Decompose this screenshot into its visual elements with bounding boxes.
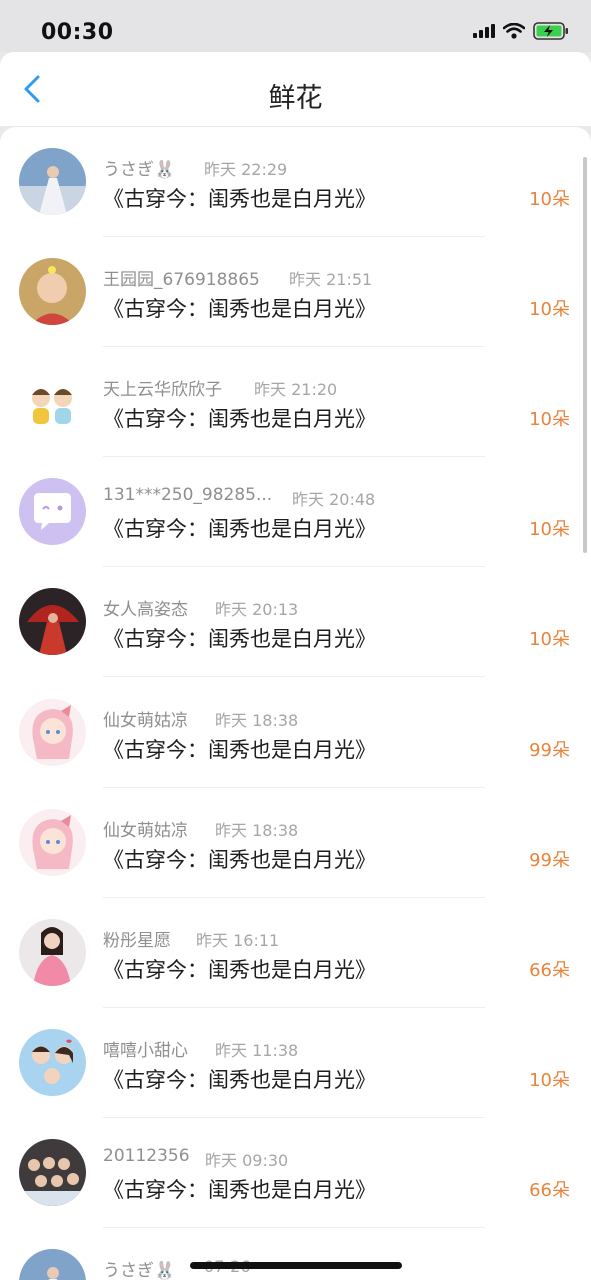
avatar[interactable] [19, 699, 86, 766]
username: 仙女萌姑凉 [103, 711, 188, 731]
timestamp: 昨天 21:20 [254, 380, 338, 399]
book-title: 《古穿今：闺秀也是白月光》 [103, 517, 376, 541]
book-title: 《古穿今：闺秀也是白月光》 [103, 958, 376, 982]
list-item[interactable]: うさぎ🐰 昨天 22:29 《古穿今：闺秀也是白月光》 10朵 [0, 127, 591, 237]
flower-list[interactable]: うさぎ🐰 昨天 22:29 《古穿今：闺秀也是白月光》 10朵 王园园_6769… [0, 127, 591, 1280]
list-item[interactable]: 嘻嘻小甜心 昨天 11:38 《古穿今：闺秀也是白月光》 10朵 [0, 1008, 591, 1118]
timestamp: 昨天 09:30 [205, 1151, 289, 1170]
avatar[interactable] [19, 368, 86, 435]
scrollbar[interactable] [583, 157, 587, 553]
status-time: 00:30 [41, 20, 114, 45]
username: うさぎ🐰 [103, 1261, 176, 1280]
flower-count: 99朵 [529, 740, 570, 761]
battery-charging-icon [533, 22, 568, 40]
avatar[interactable] [19, 809, 86, 876]
navigation-bar: 鲜花 [0, 52, 591, 126]
timestamp: 昨天 20:13 [215, 600, 299, 619]
list-item[interactable]: 仙女萌姑凉 昨天 18:38 《古穿今：闺秀也是白月光》 99朵 [0, 788, 591, 898]
username: 20112356 [103, 1146, 190, 1166]
cellular-signal-icon [473, 24, 495, 38]
avatar[interactable] [19, 588, 86, 655]
flower-count: 10朵 [529, 629, 570, 650]
flower-count: 66朵 [529, 960, 570, 981]
timestamp: 昨天 18:38 [215, 821, 299, 840]
book-title: 《古穿今：闺秀也是白月光》 [103, 1178, 376, 1202]
avatar[interactable] [19, 1029, 86, 1096]
status-icons [473, 22, 569, 40]
flower-count: 99朵 [529, 850, 570, 871]
book-title: 《古穿今：闺秀也是白月光》 [103, 297, 376, 321]
username: 嘻嘻小甜心 [103, 1041, 188, 1061]
timestamp: 昨天 11:38 [215, 1041, 299, 1060]
book-title: 《古穿今：闺秀也是白月光》 [103, 1068, 376, 1092]
avatar[interactable] [19, 1139, 86, 1206]
status-bar: 00:30 [0, 0, 591, 52]
timestamp: 昨天 21:51 [289, 270, 373, 289]
avatar[interactable] [19, 919, 86, 986]
timestamp: 昨天 22:29 [204, 160, 288, 179]
username: 女人高姿态 [103, 600, 188, 620]
timestamp: 昨天 18:38 [215, 711, 299, 730]
flower-count: 66朵 [529, 1180, 570, 1201]
flower-count: 10朵 [529, 1070, 570, 1091]
avatar[interactable] [19, 148, 86, 215]
list-item[interactable]: 粉彤星愿 昨天 16:11 《古穿今：闺秀也是白月光》 66朵 [0, 898, 591, 1008]
book-title: 《古穿今：闺秀也是白月光》 [103, 407, 376, 431]
list-item[interactable]: 女人高姿态 昨天 20:13 《古穿今：闺秀也是白月光》 10朵 [0, 567, 591, 677]
list-item[interactable]: 131***250_98285... 昨天 20:48 《古穿今：闺秀也是白月光… [0, 457, 591, 567]
divider [103, 676, 485, 677]
flower-count: 10朵 [529, 189, 570, 210]
flower-count: 10朵 [529, 519, 570, 540]
book-title: 《古穿今：闺秀也是白月光》 [103, 627, 376, 651]
timestamp: 昨天 16:11 [196, 931, 280, 950]
list-item[interactable]: うさぎ🐰 07-26 [0, 1228, 591, 1280]
list-item[interactable]: 王园园_676918865 昨天 21:51 《古穿今：闺秀也是白月光》 10朵 [0, 237, 591, 347]
username: うさぎ🐰 [103, 160, 176, 180]
timestamp: 昨天 20:48 [292, 490, 376, 509]
flower-count: 10朵 [529, 409, 570, 430]
book-title: 《古穿今：闺秀也是白月光》 [103, 187, 376, 211]
username: 天上云华欣欣子 [103, 380, 222, 400]
home-indicator[interactable] [190, 1262, 402, 1269]
avatar[interactable] [19, 1249, 86, 1280]
flower-count: 10朵 [529, 299, 570, 320]
username: 粉彤星愿 [103, 931, 171, 951]
username: 王园园_676918865 [103, 270, 260, 290]
username: 131***250_98285... [103, 485, 273, 505]
book-title: 《古穿今：闺秀也是白月光》 [103, 738, 376, 762]
list-item[interactable]: 天上云华欣欣子 昨天 21:20 《古穿今：闺秀也是白月光》 10朵 [0, 347, 591, 457]
list-item[interactable]: 20112356 昨天 09:30 《古穿今：闺秀也是白月光》 66朵 [0, 1118, 591, 1228]
avatar[interactable] [19, 478, 86, 545]
page-title: 鲜花 [268, 83, 323, 114]
list-item[interactable]: 仙女萌姑凉 昨天 18:38 《古穿今：闺秀也是白月光》 99朵 [0, 678, 591, 788]
username: 仙女萌姑凉 [103, 821, 188, 841]
wifi-icon [503, 23, 525, 39]
avatar[interactable] [19, 258, 86, 325]
book-title: 《古穿今：闺秀也是白月光》 [103, 848, 376, 872]
